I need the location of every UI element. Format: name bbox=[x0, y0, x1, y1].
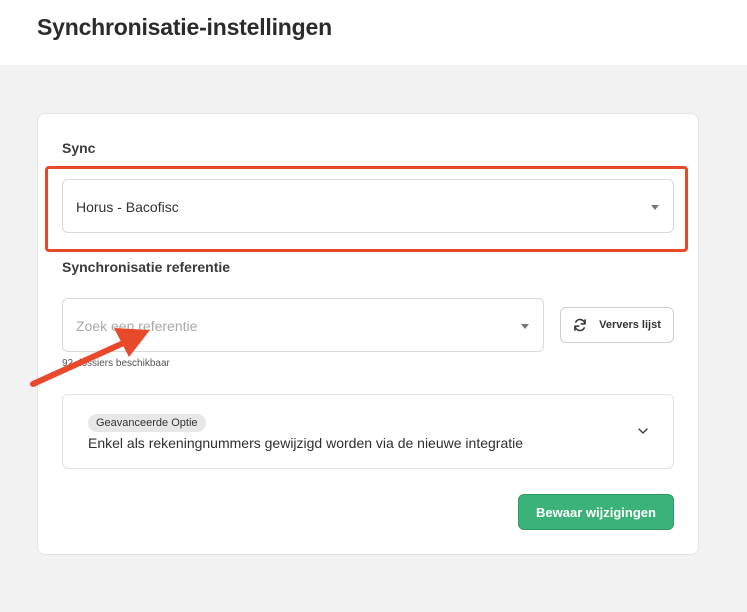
sync-label: Sync bbox=[62, 140, 96, 156]
top-bar: Synchronisatie-instellingen bbox=[0, 0, 747, 65]
caret-down-icon bbox=[521, 324, 529, 329]
available-count-text: 92 dossiers beschikbaar bbox=[62, 358, 170, 369]
reference-search-select[interactable]: Zoek een referentie bbox=[62, 298, 544, 352]
chevron-down-icon[interactable] bbox=[637, 425, 649, 437]
advanced-option-description: Enkel als rekeningnummers gewijzigd word… bbox=[88, 435, 524, 451]
refresh-list-button[interactable]: Ververs lijst bbox=[560, 307, 674, 343]
save-changes-button[interactable]: Bewaar wijzigingen bbox=[518, 494, 674, 530]
advanced-option-badge: Geavanceerde Optie bbox=[88, 414, 206, 432]
reference-search-placeholder: Zoek een referentie bbox=[76, 318, 198, 334]
refresh-list-label: Ververs lijst bbox=[599, 319, 661, 331]
annotation-highlight-box bbox=[45, 166, 688, 252]
reference-label: Synchronisatie referentie bbox=[62, 259, 231, 275]
page-title: Synchronisatie-instellingen bbox=[37, 14, 332, 40]
advanced-option-panel[interactable]: Geavanceerde Optie Enkel als rekeningnum… bbox=[62, 394, 674, 469]
refresh-icon bbox=[574, 318, 586, 332]
